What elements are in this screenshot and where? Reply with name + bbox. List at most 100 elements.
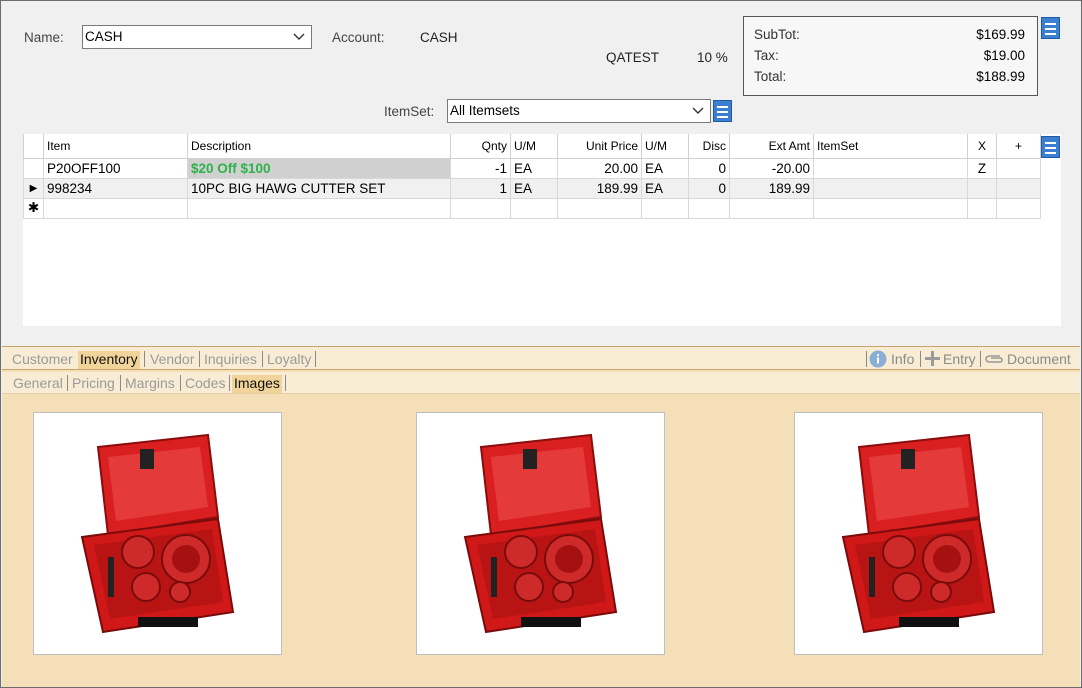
cell-x[interactable] — [967, 177, 997, 199]
cell-um[interactable]: EA — [510, 177, 558, 199]
table-row[interactable]: ▶ 998234 10PC BIG HAWG CUTTER SET 1 EA 1… — [23, 177, 1041, 199]
details-panel: Customer Inventory Vendor Inquiries Loya… — [2, 346, 1080, 687]
total-label: Total: — [754, 69, 787, 84]
account-label: Account: — [332, 30, 385, 45]
secondary-tab-strip: General Pricing Margins Codes Images — [2, 372, 1080, 394]
toolbar-separator — [920, 351, 921, 367]
col-header-plus[interactable]: + — [996, 134, 1041, 159]
subtotal-label: SubTot: — [754, 27, 800, 42]
table-row[interactable]: P20OFF100 $20 Off $100 -1 EA 20.00 EA 0 … — [23, 157, 1041, 179]
totals-menu-button[interactable] — [1041, 17, 1060, 39]
cell-qnty[interactable]: 1 — [450, 177, 511, 199]
tab-inquiries[interactable]: Inquiries — [202, 351, 259, 369]
cell-x[interactable] — [967, 197, 997, 219]
window: Name: CASH Account: CASH QATEST 10 % Sub… — [0, 0, 1082, 688]
cell-plus[interactable] — [996, 177, 1041, 199]
hole-saw-kit-image — [841, 433, 996, 634]
info-icon[interactable] — [869, 350, 887, 368]
col-header-description[interactable]: Description — [187, 134, 451, 159]
col-header-item[interactable]: Item — [43, 134, 188, 159]
plus-icon[interactable] — [924, 350, 941, 367]
cell-um[interactable] — [510, 197, 558, 219]
cell-plus[interactable] — [996, 157, 1041, 179]
tab-separator — [180, 375, 181, 391]
toolbar-separator — [866, 351, 867, 367]
row-marker[interactable]: ▶ — [23, 177, 44, 199]
name-combobox[interactable]: CASH — [82, 25, 312, 49]
chevron-down-icon — [692, 107, 704, 114]
row-marker[interactable]: ✱ — [23, 197, 44, 219]
tab-separator — [285, 375, 286, 391]
cell-disc[interactable]: 0 — [688, 157, 730, 179]
tab-separator — [144, 351, 145, 367]
col-header-disc[interactable]: Disc — [688, 134, 730, 159]
hole-saw-kit-image — [80, 433, 235, 634]
tab-separator — [315, 351, 316, 367]
cell-description[interactable]: 10PC BIG HAWG CUTTER SET — [187, 177, 451, 199]
tab-separator — [229, 375, 230, 391]
document-button[interactable]: Document — [1007, 351, 1071, 367]
order-header-panel: Name: CASH Account: CASH QATEST 10 % Sub… — [2, 2, 1080, 344]
cell-ext-amt[interactable] — [729, 197, 814, 219]
col-header-um2[interactable]: U/M — [641, 134, 689, 159]
product-image-card[interactable] — [416, 412, 665, 655]
col-header-x[interactable]: X — [967, 134, 997, 159]
tab-inventory[interactable]: Inventory — [78, 351, 140, 369]
toolbar-separator — [980, 351, 981, 367]
cell-item[interactable] — [43, 197, 188, 219]
cell-disc[interactable]: 0 — [688, 177, 730, 199]
cell-itemset[interactable] — [813, 197, 968, 219]
entry-button[interactable]: Entry — [943, 351, 976, 367]
col-header-qnty[interactable]: Qnty — [450, 134, 511, 159]
info-button[interactable]: Info — [891, 351, 914, 367]
product-image-card[interactable] — [33, 412, 282, 655]
col-header-ext-amt[interactable]: Ext Amt — [729, 134, 814, 159]
tab-general[interactable]: General — [11, 375, 65, 393]
new-row[interactable]: ✱ — [23, 197, 1041, 219]
cell-disc[interactable] — [688, 197, 730, 219]
cell-ext-amt[interactable]: 189.99 — [729, 177, 814, 199]
itemset-value: All Itemsets — [450, 103, 520, 118]
cell-unit-price[interactable]: 20.00 — [557, 157, 642, 179]
cell-ext-amt[interactable]: -20.00 — [729, 157, 814, 179]
tab-codes[interactable]: Codes — [183, 375, 227, 393]
cell-plus[interactable] — [996, 197, 1041, 219]
cell-um[interactable]: EA — [510, 157, 558, 179]
cell-qnty[interactable] — [450, 197, 511, 219]
cell-um2[interactable] — [641, 197, 689, 219]
price-level: QATEST — [606, 50, 660, 65]
grid-menu-button[interactable] — [1041, 136, 1060, 158]
col-header-unit-price[interactable]: Unit Price — [557, 134, 642, 159]
tab-separator — [67, 375, 68, 391]
product-image-card[interactable] — [794, 412, 1043, 655]
cell-item[interactable]: 998234 — [43, 177, 188, 199]
tax-row: Tax: $19.00 — [754, 48, 1025, 66]
cell-item[interactable]: P20OFF100 — [43, 157, 188, 179]
tab-customer[interactable]: Customer — [10, 351, 75, 369]
cell-description[interactable] — [187, 197, 451, 219]
row-marker[interactable] — [23, 157, 44, 179]
col-header-um[interactable]: U/M — [510, 134, 558, 159]
cell-itemset[interactable] — [813, 157, 968, 179]
name-label: Name: — [24, 30, 64, 45]
cell-um2[interactable]: EA — [641, 177, 689, 199]
cell-qnty[interactable]: -1 — [450, 157, 511, 179]
cell-unit-price[interactable] — [557, 197, 642, 219]
cell-um2[interactable]: EA — [641, 157, 689, 179]
tab-images[interactable]: Images — [232, 375, 282, 393]
line-items-grid: Item Description Qnty U/M Unit Price U/M… — [23, 134, 1061, 326]
cell-unit-price[interactable]: 189.99 — [557, 177, 642, 199]
paperclip-icon[interactable] — [984, 352, 1004, 366]
cell-x[interactable]: Z — [967, 157, 997, 179]
itemset-label: ItemSet: — [384, 104, 435, 119]
totals-box: SubTot: $169.99 Tax: $19.00 Total: $188.99 — [743, 16, 1038, 96]
cell-itemset[interactable] — [813, 177, 968, 199]
itemset-combobox[interactable]: All Itemsets — [447, 99, 711, 123]
col-header-itemset[interactable]: ItemSet — [813, 134, 968, 159]
cell-description[interactable]: $20 Off $100 — [187, 157, 451, 179]
tab-pricing[interactable]: Pricing — [70, 375, 117, 393]
itemset-menu-button[interactable] — [713, 100, 732, 122]
tab-vendor[interactable]: Vendor — [148, 351, 196, 369]
tab-margins[interactable]: Margins — [123, 375, 177, 393]
tab-loyalty[interactable]: Loyalty — [265, 351, 313, 369]
